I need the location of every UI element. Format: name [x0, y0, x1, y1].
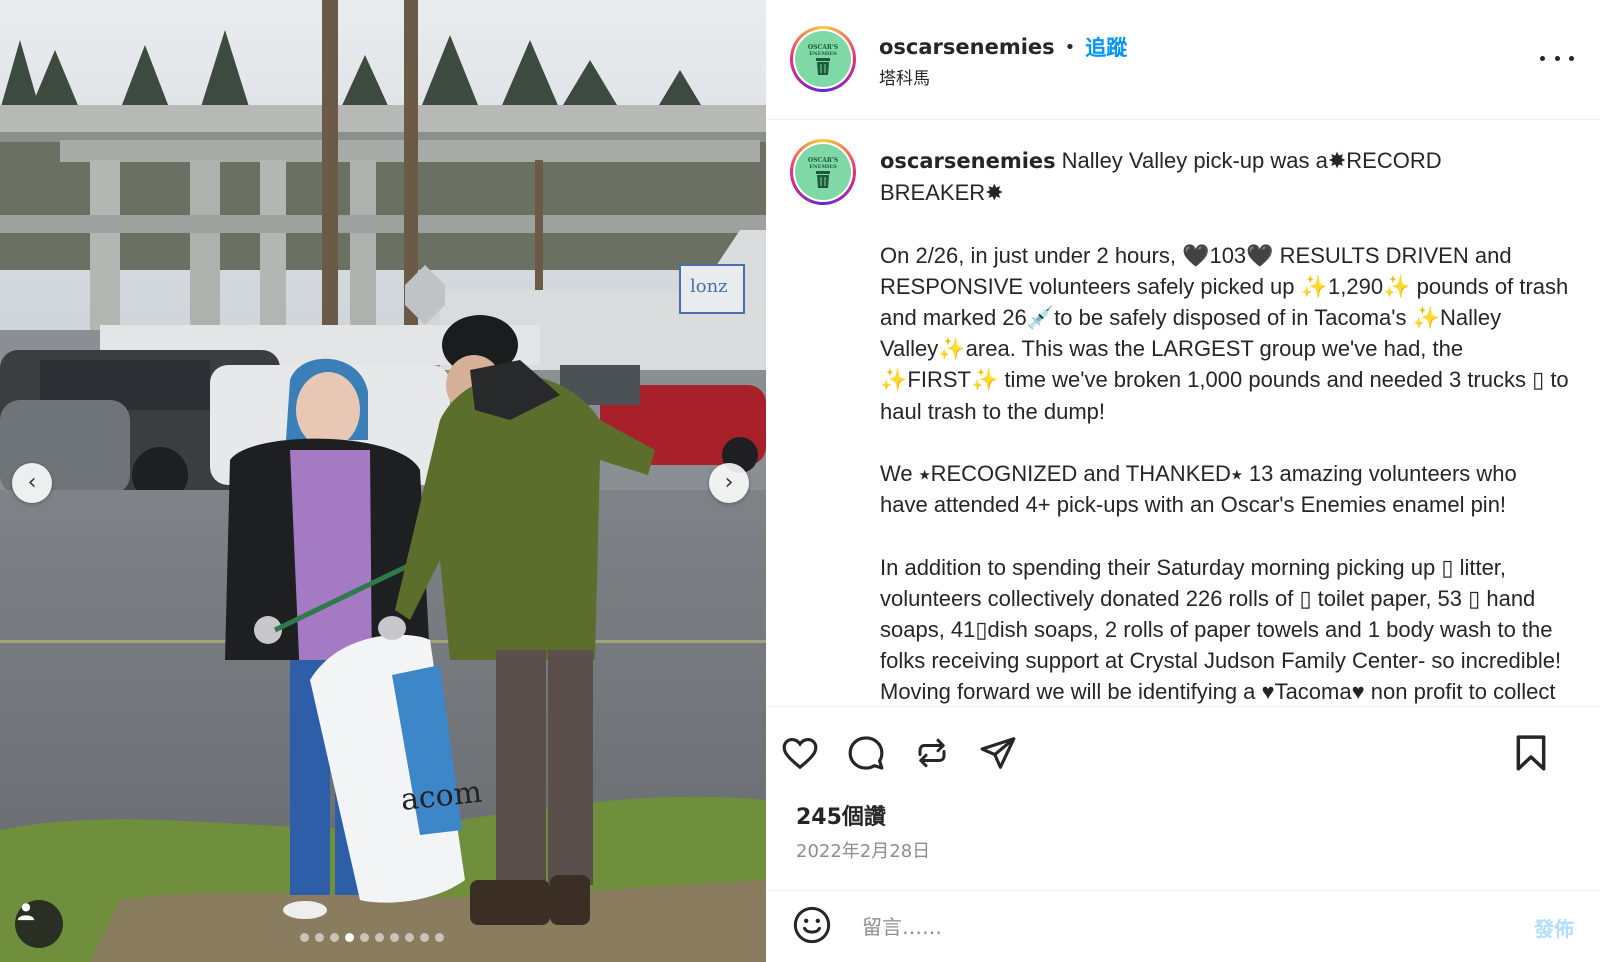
carousel-dot	[420, 933, 429, 942]
separator-dot: •	[1064, 36, 1076, 58]
emoji-icon	[793, 906, 831, 944]
user-tag-button[interactable]	[15, 900, 63, 948]
user-tag-icon	[17, 903, 35, 921]
svg-text:ENEMIES: ENEMIES	[809, 51, 837, 57]
caption-username[interactable]: oscarsenemies	[880, 149, 1056, 173]
caption-paragraph-2: On 2/26, in just under 2 hours, 🖤103🖤 RE…	[880, 242, 1569, 424]
caption-paragraph-3: We ⭑RECOGNIZED and THANKED⭑ 13 amazing v…	[880, 461, 1517, 518]
chevron-right-icon: ›	[724, 470, 734, 495]
comment-button[interactable]	[844, 731, 888, 775]
likes-count[interactable]: 245個讚	[796, 799, 886, 831]
carousel-dot	[345, 933, 354, 942]
post-actions: 245個讚 2022年2月28日	[766, 706, 1600, 921]
brand-logo: OSCAR'S ENEMIES	[795, 144, 851, 200]
post-photo[interactable]: lonz acom ‹ ›	[0, 0, 766, 962]
carousel-dot	[315, 933, 324, 942]
carousel-dot	[360, 933, 369, 942]
comment-icon	[848, 736, 884, 770]
svg-text:OSCAR'S: OSCAR'S	[808, 157, 838, 164]
post-details-panel: OSCAR'S ENEMIES oscarsenemies • 追蹤 塔科馬 O…	[766, 0, 1600, 962]
follow-button[interactable]: 追蹤	[1085, 32, 1127, 62]
post-date[interactable]: 2022年2月28日	[796, 837, 930, 863]
svg-text:OSCAR'S: OSCAR'S	[808, 44, 838, 51]
chevron-left-icon: ‹	[27, 470, 37, 495]
header-username[interactable]: oscarsenemies	[879, 35, 1055, 59]
repost-button[interactable]	[910, 731, 954, 775]
svg-text:ENEMIES: ENEMIES	[809, 164, 837, 170]
caption-avatar[interactable]: OSCAR'S ENEMIES	[790, 139, 856, 205]
carousel-dot	[330, 933, 339, 942]
profile-avatar[interactable]: OSCAR'S ENEMIES	[790, 26, 856, 92]
carousel-dot	[375, 933, 384, 942]
heart-icon	[782, 737, 818, 770]
like-button[interactable]	[778, 731, 822, 775]
post-comment-button[interactable]: 發佈	[1534, 913, 1574, 942]
more-options-button[interactable]	[1540, 48, 1574, 68]
carousel-dot	[300, 933, 309, 942]
repost-icon	[918, 738, 946, 768]
carousel-dot	[390, 933, 399, 942]
svg-text:lonz: lonz	[690, 276, 728, 297]
photo-scene: lonz acom	[0, 0, 766, 962]
post-location[interactable]: 塔科馬	[879, 64, 930, 89]
carousel-dot	[435, 933, 444, 942]
brand-logo: OSCAR'S ENEMIES	[795, 31, 851, 87]
share-button[interactable]	[976, 731, 1020, 775]
carousel-next-button[interactable]: ›	[709, 463, 749, 503]
caption-paragraph-4: In addition to spending their Saturday m…	[880, 554, 1562, 705]
comment-bar: 發佈	[766, 890, 1600, 962]
caption-scroll-area[interactable]: OSCAR'S ENEMIES oscarsenemies Nalley Vall…	[766, 121, 1600, 706]
trash-can-icon: OSCAR'S ENEMIES	[808, 157, 838, 188]
carousel-prev-button[interactable]: ‹	[12, 463, 52, 503]
post-header: OSCAR'S ENEMIES oscarsenemies • 追蹤 塔科馬	[766, 0, 1600, 120]
trash-can-icon: OSCAR'S ENEMIES	[808, 44, 838, 75]
post-caption: oscarsenemies Nalley Valley pick-up was a…	[880, 145, 1570, 706]
carousel-dot	[405, 933, 414, 942]
bookmark-icon	[1516, 735, 1546, 771]
emoji-button[interactable]	[792, 905, 836, 949]
save-button[interactable]	[1509, 731, 1553, 775]
send-icon	[980, 737, 1016, 769]
comment-input[interactable]	[862, 909, 1462, 945]
carousel-indicator	[300, 933, 444, 942]
more-icon	[1540, 55, 1545, 61]
